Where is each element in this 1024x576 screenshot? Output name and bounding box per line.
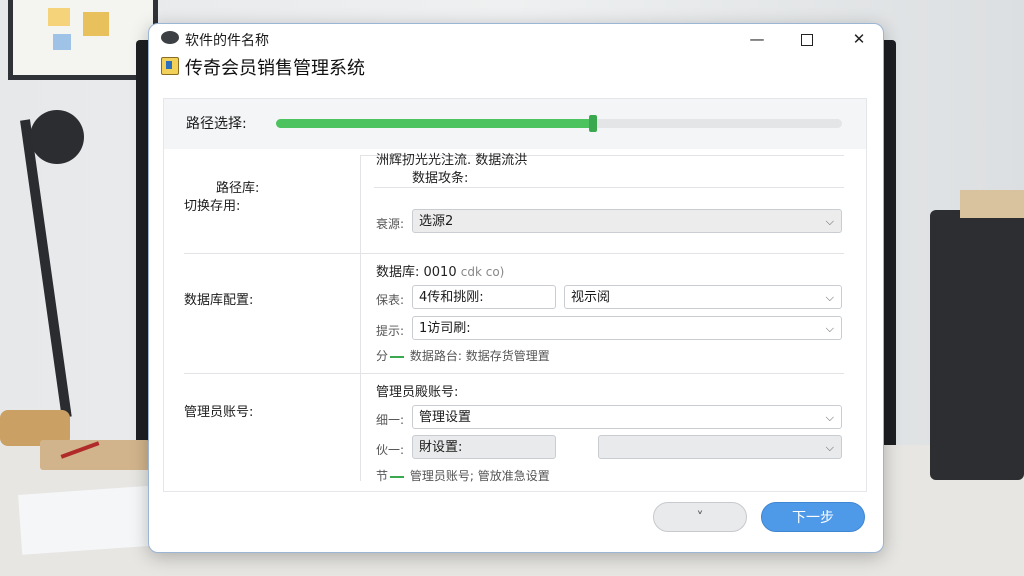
chevron-down-icon: ⌵	[825, 215, 834, 228]
sticky-note	[48, 8, 70, 26]
content-panel: 路径选择: 路径库: 切换存用: 洲辉扨光光注流. 数据流洪 数据攻条: 衰源:…	[163, 98, 867, 492]
next-button[interactable]: 下一步	[761, 502, 865, 532]
access-select-value: 1访司刷:	[419, 321, 471, 336]
progress-fill	[276, 119, 593, 128]
maximize-button[interactable]	[793, 28, 821, 50]
row2-label: 提示:	[376, 324, 405, 338]
divider	[374, 187, 844, 188]
section2-note-text: 数据路台: 数据存货管理置	[409, 349, 550, 363]
section2-header-note: cdk co)	[460, 265, 505, 279]
app-subtitle: 传奇会员销售管理系统	[185, 58, 365, 79]
section2-header: 数据库: 0010 cdk co)	[376, 261, 504, 280]
disabled-select[interactable]: ⌵	[598, 435, 842, 459]
section3-note: 节 管理员账号; 管放准急设置	[376, 467, 550, 484]
source-select[interactable]: 选源2 ⌵	[412, 209, 842, 233]
row1-label: 保表:	[376, 293, 405, 307]
row3-label: 细一:	[376, 413, 405, 427]
speaker	[930, 210, 1024, 480]
section1-label-line2: 切换存用:	[184, 199, 241, 214]
sticky-note	[83, 12, 109, 36]
finance-input[interactable]: 財设置:	[412, 435, 556, 459]
title-bar[interactable]: 软件的件名称 — ✕	[149, 24, 883, 54]
admin-select[interactable]: 管理设置 ⌵	[412, 405, 842, 429]
app-logo-icon	[161, 31, 179, 44]
section3-label: 管理员账号:	[184, 405, 254, 420]
box	[960, 190, 1024, 218]
minimize-button[interactable]: —	[743, 28, 771, 50]
path-progress-bar[interactable]	[276, 115, 842, 132]
back-button[interactable]: ˅	[653, 502, 747, 532]
section-divider	[184, 253, 844, 254]
paper-sheet	[18, 485, 162, 555]
green-dash	[390, 475, 405, 478]
table-input[interactable]: 4传和挑刚:	[412, 285, 556, 309]
section1-desc2: 数据攻条:	[412, 171, 469, 186]
chevron-down-icon: ⌵	[825, 411, 834, 424]
section-divider	[184, 373, 844, 374]
path-band: 路径选择:	[164, 99, 866, 149]
section1-label-line1: 路径库:	[216, 181, 260, 196]
column-divider	[360, 155, 361, 481]
access-select[interactable]: 1访司刷: ⌵	[412, 316, 842, 340]
admin-select-value: 管理设置	[419, 410, 472, 425]
chevron-down-icon: ⌵	[825, 291, 834, 304]
folder-icon	[161, 57, 179, 75]
section3-header: 管理员殿账号:	[376, 385, 459, 400]
chevron-down-icon: ⌵	[825, 322, 834, 335]
progress-handle[interactable]	[588, 115, 597, 132]
section2-note-prefix: 分	[376, 349, 389, 363]
section2-note: 分 数据路台: 数据存货管理置	[376, 347, 550, 364]
chevron-down-icon: ⌵	[825, 441, 834, 454]
section3-note-text: 管理员账号; 管放准急设置	[409, 469, 550, 483]
display-select-value: 视示阅	[571, 290, 611, 305]
section3-note-prefix: 节	[376, 469, 389, 483]
window-title: 软件的件名称	[185, 33, 269, 49]
row4-label: 伙一:	[376, 443, 405, 457]
source-select-value: 选源2	[419, 214, 454, 229]
app-window: 软件的件名称 — ✕ 传奇会员销售管理系统 路径选择: 路径库: 切换存用: 洲…	[148, 23, 884, 553]
green-dash	[390, 355, 405, 358]
sticky-note	[53, 34, 71, 50]
section1-desc: 洲辉扨光光注流. 数据流洪	[376, 153, 528, 168]
section2-header-text: 数据库: 0010	[376, 265, 457, 280]
maximize-icon	[801, 33, 813, 46]
path-label: 路径选择:	[186, 116, 247, 132]
section1-field-label: 衰源:	[376, 217, 405, 231]
section2-label: 数据库配置:	[184, 293, 254, 308]
close-button[interactable]: ✕	[845, 28, 873, 50]
lamp-head	[30, 110, 84, 164]
display-select[interactable]: 视示阅 ⌵	[564, 285, 842, 309]
